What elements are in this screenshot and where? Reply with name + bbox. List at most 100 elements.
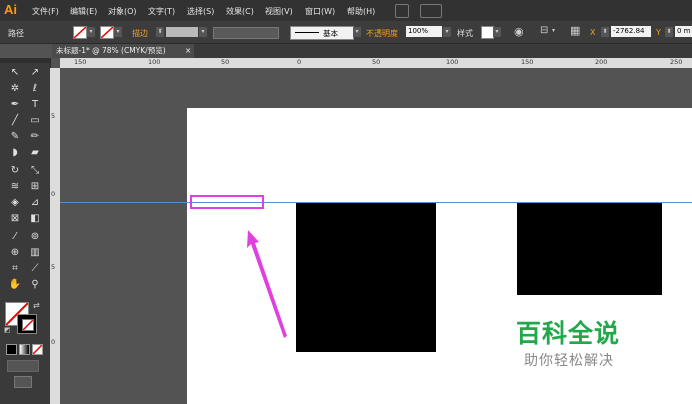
menu-type[interactable]: 文字(T) (148, 6, 175, 17)
stroke-weight-field[interactable] (166, 27, 198, 37)
color-mode-button[interactable] (6, 344, 17, 355)
ruler-label: 0 (51, 190, 56, 198)
y-stepper[interactable]: ⬍ (665, 27, 673, 37)
menu-file[interactable]: 文件(F) (32, 6, 59, 17)
eraser-tool-icon[interactable]: ▰ (27, 146, 43, 160)
ruler-label: 200 (595, 58, 608, 66)
black-rectangle[interactable] (296, 202, 436, 352)
watermark-title: 百科全说 (516, 320, 621, 348)
bridge-icon[interactable] (395, 4, 409, 18)
line-segment-tool-icon[interactable]: ╱ (7, 114, 23, 128)
magic-wand-tool-icon[interactable]: ✲ (7, 82, 23, 96)
type-tool-icon[interactable]: T (27, 98, 43, 112)
tools-panel: ↖ ↗ ✲ ℓ ✒ T ╱ ▭ ✎ ✏ ◗ ▰ ↻ ⤡ ≋ ⊞ ◈ ⊿ ⊠ ◧ … (0, 58, 51, 404)
selection-tool-icon[interactable]: ↖ (7, 66, 23, 80)
eyedropper-tool-icon[interactable]: ⁄ (7, 230, 23, 244)
reference-point-icon[interactable]: ▦ (570, 24, 580, 37)
slice-tool-icon[interactable]: ⟋ (27, 262, 43, 276)
variable-width-profile[interactable] (213, 27, 279, 39)
stroke-label[interactable]: 描边 (132, 28, 148, 39)
y-label: Y (656, 28, 661, 37)
width-tool-icon[interactable]: ≋ (7, 180, 23, 194)
canvas[interactable]: 百科全说 助你轻松解决 (60, 68, 692, 404)
default-fill-stroke-icon[interactable]: ◩ (4, 326, 11, 334)
x-field[interactable]: -2762.84 (611, 26, 651, 37)
scale-tool-icon[interactable]: ⤡ (27, 164, 43, 178)
x-stepper[interactable]: ⬍ (601, 27, 609, 37)
shape-builder-tool-icon[interactable]: ◈ (7, 196, 23, 210)
rotate-tool-icon[interactable]: ↻ (7, 164, 23, 178)
rectangle-tool-icon[interactable]: ▭ (27, 114, 43, 128)
draw-modes-icon[interactable] (7, 360, 39, 372)
opacity-label[interactable]: 不透明度 (366, 28, 398, 39)
opacity-dropdown-icon[interactable]: ▾ (443, 27, 451, 37)
style-dropdown-icon[interactable]: ▾ (493, 27, 501, 37)
none-mode-button[interactable] (32, 344, 43, 355)
highlight-box (190, 195, 264, 209)
control-bar: 路径 ▾ ▾ 描边 ⬍ ▾ 基本 ▾ 不透明度 100% ▾ 样式 ▾ ◉ ⊟ … (0, 21, 692, 44)
paintbrush-tool-icon[interactable]: ✎ (7, 130, 23, 144)
document-tab-title: 未标题-1* @ 78% (CMYK/预览) (56, 46, 166, 55)
swap-fill-stroke-icon[interactable]: ⇄ (33, 301, 40, 310)
align-icon[interactable]: ⊟ (540, 25, 548, 36)
menu-select[interactable]: 选择(S) (187, 6, 214, 17)
brush-dropdown-icon[interactable]: ▾ (353, 27, 361, 37)
blob-brush-tool-icon[interactable]: ◗ (7, 146, 23, 160)
gradient-tool-icon[interactable]: ◧ (27, 212, 43, 226)
symbol-sprayer-tool-icon[interactable]: ⊕ (7, 246, 23, 260)
hand-tool-icon[interactable]: ✋ (7, 278, 23, 292)
recolor-artwork-icon[interactable]: ◉ (514, 25, 524, 38)
ruler-guide[interactable] (60, 202, 692, 203)
arrange-documents-icon[interactable] (420, 4, 442, 18)
stroke-weight-stepper[interactable]: ⬍ (156, 27, 164, 37)
stroke-dropdown-icon[interactable]: ▾ (114, 27, 122, 37)
fill-dropdown-icon[interactable]: ▾ (87, 27, 95, 37)
free-transform-tool-icon[interactable]: ⊞ (27, 180, 43, 194)
stroke-color-box[interactable] (17, 314, 37, 334)
black-rectangle[interactable] (517, 202, 662, 295)
menu-effect[interactable]: 效果(C) (226, 6, 254, 17)
fill-swatch[interactable] (73, 26, 87, 39)
menu-view[interactable]: 视图(V) (265, 6, 293, 17)
tools-panel-grip[interactable] (0, 58, 50, 63)
opacity-field[interactable]: 100% (406, 26, 442, 37)
ruler-label: 100 (148, 58, 161, 66)
ruler-label: 50 (372, 58, 381, 66)
none-icon (32, 344, 43, 355)
artboard-tool-icon[interactable]: ⌗ (7, 262, 23, 276)
menu-window[interactable]: 窗口(W) (305, 6, 335, 17)
column-graph-tool-icon[interactable]: ▥ (27, 246, 43, 260)
direct-selection-tool-icon[interactable]: ↗ (27, 66, 43, 80)
ruler-label: 100 (446, 58, 459, 66)
menu-object[interactable]: 对象(O) (108, 6, 137, 17)
document-tab[interactable]: 未标题-1* @ 78% (CMYK/预览) × (52, 44, 194, 58)
x-label: X (590, 28, 596, 37)
app-logo: Ai (4, 2, 17, 17)
stroke-weight-dropdown-icon[interactable]: ▾ (199, 27, 207, 37)
close-tab-icon[interactable]: × (185, 44, 191, 58)
align-dropdown-icon[interactable]: ▾ (552, 27, 555, 34)
ruler-label: 0 (297, 58, 302, 66)
mesh-tool-icon[interactable]: ⊠ (7, 212, 23, 226)
gradient-mode-button[interactable] (19, 344, 30, 355)
ruler-label: 5 (51, 112, 56, 120)
lasso-tool-icon[interactable]: ℓ (27, 82, 43, 96)
ruler-label: 5 (51, 263, 56, 271)
y-field[interactable]: 0 m (675, 26, 692, 37)
brush-profile-label: 基本 (323, 29, 338, 38)
blend-tool-icon[interactable]: ⊚ (27, 230, 43, 244)
stroke-swatch[interactable] (100, 26, 114, 39)
horizontal-ruler[interactable]: 150 100 50 0 50 100 150 200 250 (60, 58, 692, 68)
ruler-label: 250 (670, 58, 683, 66)
ruler-label: 150 (521, 58, 534, 66)
vertical-ruler[interactable]: 5 0 5 0 (50, 68, 60, 404)
menu-help[interactable]: 帮助(H) (347, 6, 375, 17)
menu-edit[interactable]: 编辑(E) (70, 6, 97, 17)
zoom-tool-icon[interactable]: ⚲ (27, 278, 43, 292)
screen-mode-icon[interactable] (14, 376, 32, 388)
pointer-arrow-icon (247, 230, 287, 338)
perspective-grid-tool-icon[interactable]: ⊿ (27, 196, 43, 210)
pen-tool-icon[interactable]: ✒ (7, 98, 23, 112)
brush-definition[interactable]: 基本 (290, 26, 354, 40)
pencil-tool-icon[interactable]: ✏ (27, 130, 43, 144)
